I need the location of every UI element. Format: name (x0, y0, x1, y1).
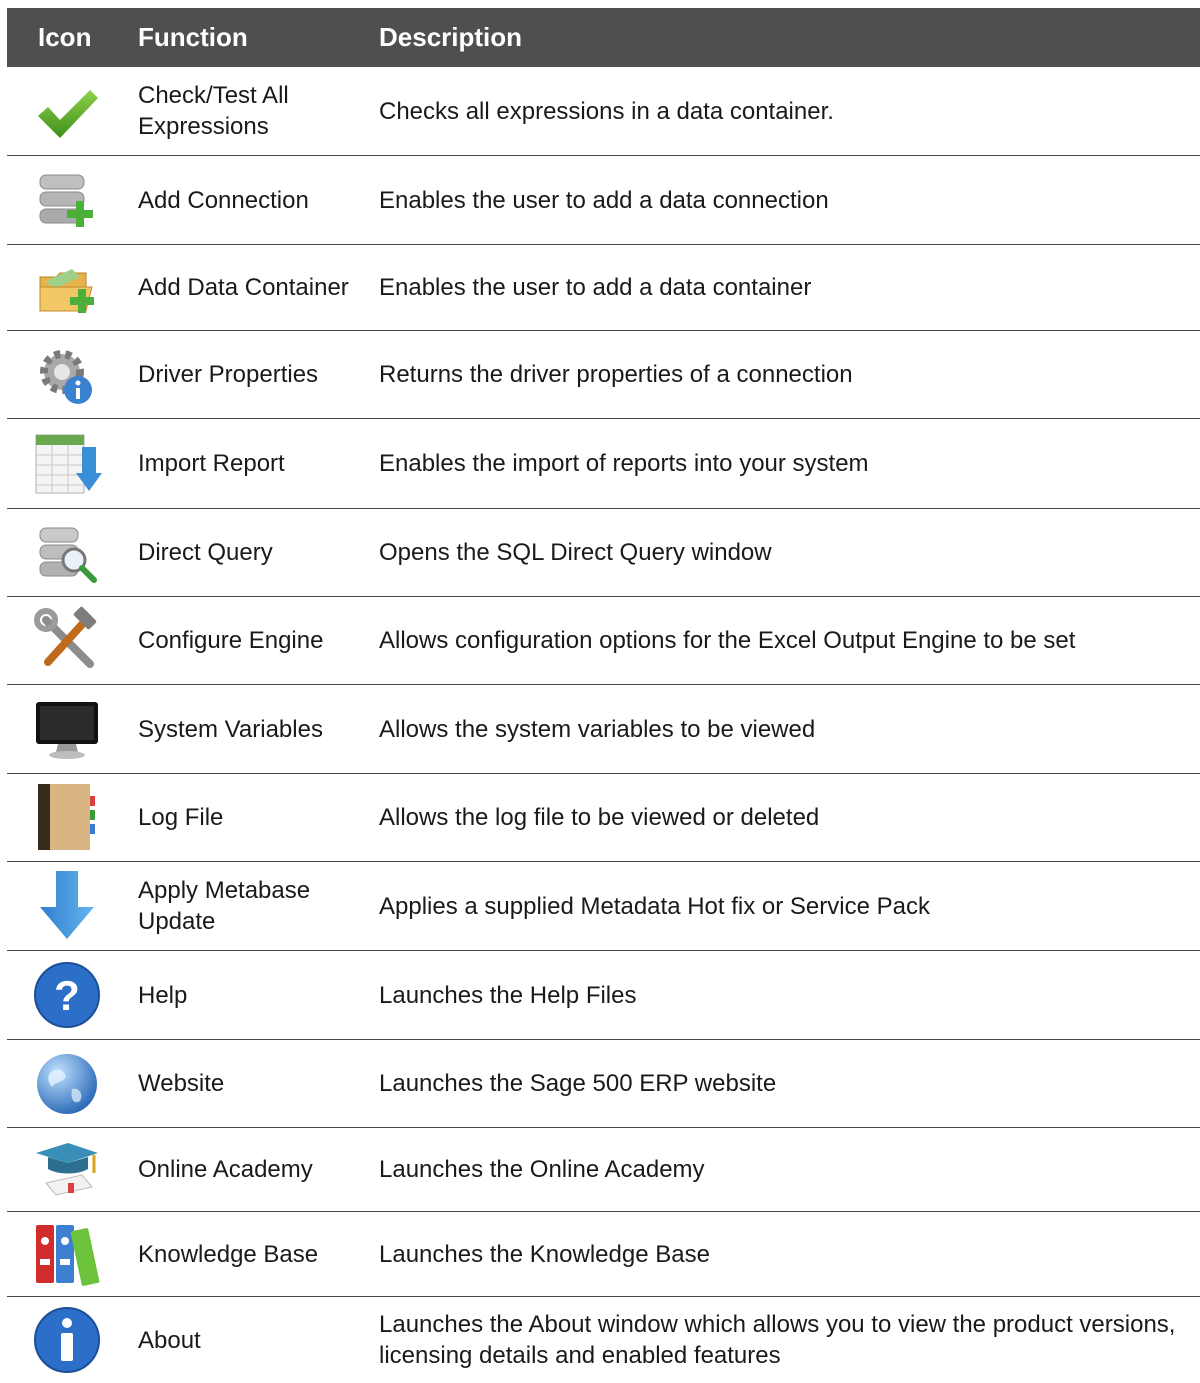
description-text: Allows the log file to be viewed or dele… (379, 804, 820, 831)
log-book-icon (32, 782, 102, 852)
description-text: Enables the user to add a data connectio… (379, 186, 829, 214)
function-label: Direct Query (138, 539, 273, 566)
function-label: Add Data Container (138, 274, 349, 301)
description-text: Returns the driver properties of a conne… (379, 361, 853, 388)
check-icon (32, 76, 102, 146)
table-row: Driver Properties Returns the driver pro… (7, 331, 1200, 419)
function-label: Website (138, 1070, 225, 1097)
graduation-cap-icon (32, 1135, 102, 1205)
function-label: Configure Engine (138, 627, 324, 654)
function-label: Knowledge Base (138, 1240, 319, 1268)
table-row: Apply Metabase Update Applies a supplied… (7, 862, 1200, 951)
description-text: Applies a supplied Metadata Hot fix or S… (379, 892, 930, 920)
function-label: Check/Test All Expressions (138, 82, 289, 140)
function-label: Help (138, 981, 188, 1009)
description-text: Enables the import of reports into your … (379, 450, 869, 477)
function-label: Add Connection (138, 186, 309, 214)
function-label: Log File (138, 804, 224, 831)
table-row: Add Data Container Enables the user to a… (7, 245, 1200, 331)
function-label: Import Report (138, 450, 285, 477)
help-icon: ? (32, 960, 102, 1030)
add-connection-icon (32, 165, 102, 235)
add-folder-icon (32, 253, 102, 323)
table-row: Log File Allows the log file to be viewe… (7, 774, 1200, 862)
table-header: Icon Function Description (7, 8, 1200, 67)
binders-icon (32, 1219, 102, 1289)
monitor-icon (32, 694, 102, 764)
function-label: Online Academy (138, 1156, 313, 1183)
icon-function-table: Icon Function Description Check/Test All… (7, 8, 1200, 1383)
header-description: Description (379, 22, 523, 52)
down-arrow-icon (32, 871, 102, 941)
table-row: About Launches the About window which al… (7, 1297, 1200, 1383)
description-text: Allows configuration options for the Exc… (379, 627, 1076, 654)
table-row: Configure Engine Allows configuration op… (7, 597, 1200, 685)
description-text: Checks all expressions in a data contain… (379, 97, 834, 125)
table-row: ? Help Launches the Help Files (7, 951, 1200, 1040)
table-row: System Variables Allows the system varia… (7, 685, 1200, 774)
info-icon (32, 1305, 102, 1375)
import-report-icon (32, 429, 102, 499)
header-icon: Icon (38, 22, 92, 52)
tools-icon (32, 606, 102, 676)
table-row: Check/Test All Expressions Checks all ex… (7, 67, 1200, 156)
globe-icon (32, 1049, 102, 1119)
description-text: Enables the user to add a data container (379, 274, 812, 301)
description-text: Launches the Help Files (379, 981, 637, 1009)
function-label: System Variables (138, 715, 323, 743)
table-row: Direct Query Opens the SQL Direct Query … (7, 509, 1200, 597)
gear-info-icon (32, 340, 102, 410)
function-label: About (138, 1326, 201, 1354)
description-text: Launches the About window which allows y… (379, 1311, 1176, 1369)
svg-text:?: ? (54, 972, 80, 1019)
table-row: Online Academy Launches the Online Acade… (7, 1128, 1200, 1212)
function-label: Driver Properties (138, 361, 319, 388)
description-text: Launches the Sage 500 ERP website (379, 1070, 777, 1097)
description-text: Allows the system variables to be viewed (379, 715, 816, 743)
table-row: Import Report Enables the import of repo… (7, 419, 1200, 509)
header-function: Function (138, 22, 248, 52)
description-text: Opens the SQL Direct Query window (379, 539, 772, 566)
description-text: Launches the Knowledge Base (379, 1240, 710, 1268)
table-row: Website Launches the Sage 500 ERP websit… (7, 1040, 1200, 1128)
database-search-icon (32, 518, 102, 588)
description-text: Launches the Online Academy (379, 1156, 705, 1183)
table-row: Knowledge Base Launches the Knowledge Ba… (7, 1212, 1200, 1297)
function-label: Apply Metabase Update (138, 877, 311, 935)
table-row: Add Connection Enables the user to add a… (7, 156, 1200, 245)
